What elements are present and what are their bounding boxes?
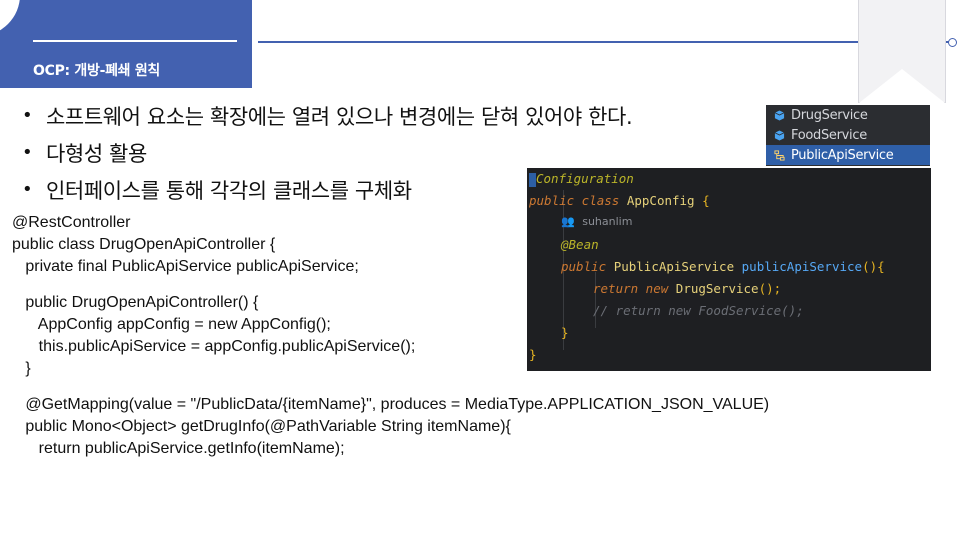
title-banner: OCP: 개방-폐쇄 원칙 [0, 0, 252, 88]
interface-icon [774, 129, 785, 141]
ide-line-return: return new DrugService(); [593, 281, 782, 296]
code-line: public Mono<Object> getDrugInfo(@PathVar… [12, 418, 511, 435]
bullet-text: 소프트웨어 요소는 확장에는 열려 있으나 변경에는 닫혀 있어야 한다. [46, 104, 633, 129]
header-divider-endpoint [948, 38, 957, 47]
ide-line-author: 👥 suhanlim [561, 215, 633, 228]
bullet-text: 인터페이스를 통해 각각의 클래스를 구체화 [46, 178, 412, 203]
bullet-item: • 소프트웨어 요소는 확장에는 열려 있으나 변경에는 닫혀 있어야 한다. [22, 97, 633, 134]
service-item-drug[interactable]: DrugService [766, 105, 930, 125]
bullet-icon: • [22, 105, 33, 126]
service-item-label: FoodService [791, 127, 867, 143]
header-divider [258, 41, 950, 43]
ide-line-method: public PublicApiService publicApiService… [561, 259, 885, 274]
ide-line-comment: // return new FoodService(); [593, 303, 804, 318]
ide-line-close-inner: } [561, 325, 569, 340]
bullet-icon: • [22, 179, 33, 200]
ide-line-close-outer: } [529, 347, 537, 362]
slide-title: OCP: 개방-폐쇄 원칙 [33, 63, 160, 79]
text-cursor [529, 172, 536, 187]
service-item-label: DrugService [791, 107, 868, 123]
code-line: @GetMapping(value = "/PublicData/{itemNa… [12, 396, 770, 413]
service-item-label: PublicApiService [791, 147, 894, 163]
interface-icon [774, 109, 785, 121]
decorative-circle [0, 0, 20, 36]
implementations-popup: DrugService FoodService PublicApiService [766, 105, 930, 166]
ide-line-class: public class AppConfig { [529, 193, 710, 208]
ide-line-annotation: Configuration [529, 168, 634, 190]
author-icon: 👥 [561, 215, 575, 228]
title-underline [33, 40, 237, 42]
bullet-icon: • [22, 142, 33, 163]
code-line: return publicApiService.getInfo(itemName… [12, 440, 345, 457]
ide-code-editor: Configuration public class AppConfig { 👥… [527, 168, 931, 371]
implementation-hierarchy-icon [774, 149, 785, 161]
bookmark-notch [859, 69, 945, 103]
service-item-public-api[interactable]: PublicApiService [766, 145, 930, 165]
bookmark-ribbon [858, 0, 946, 103]
bullet-text: 다형성 활용 [46, 141, 147, 166]
ide-line-bean: @Bean [561, 237, 599, 252]
service-item-food[interactable]: FoodService [766, 125, 930, 145]
bullet-item: • 다형성 활용 [22, 134, 632, 171]
